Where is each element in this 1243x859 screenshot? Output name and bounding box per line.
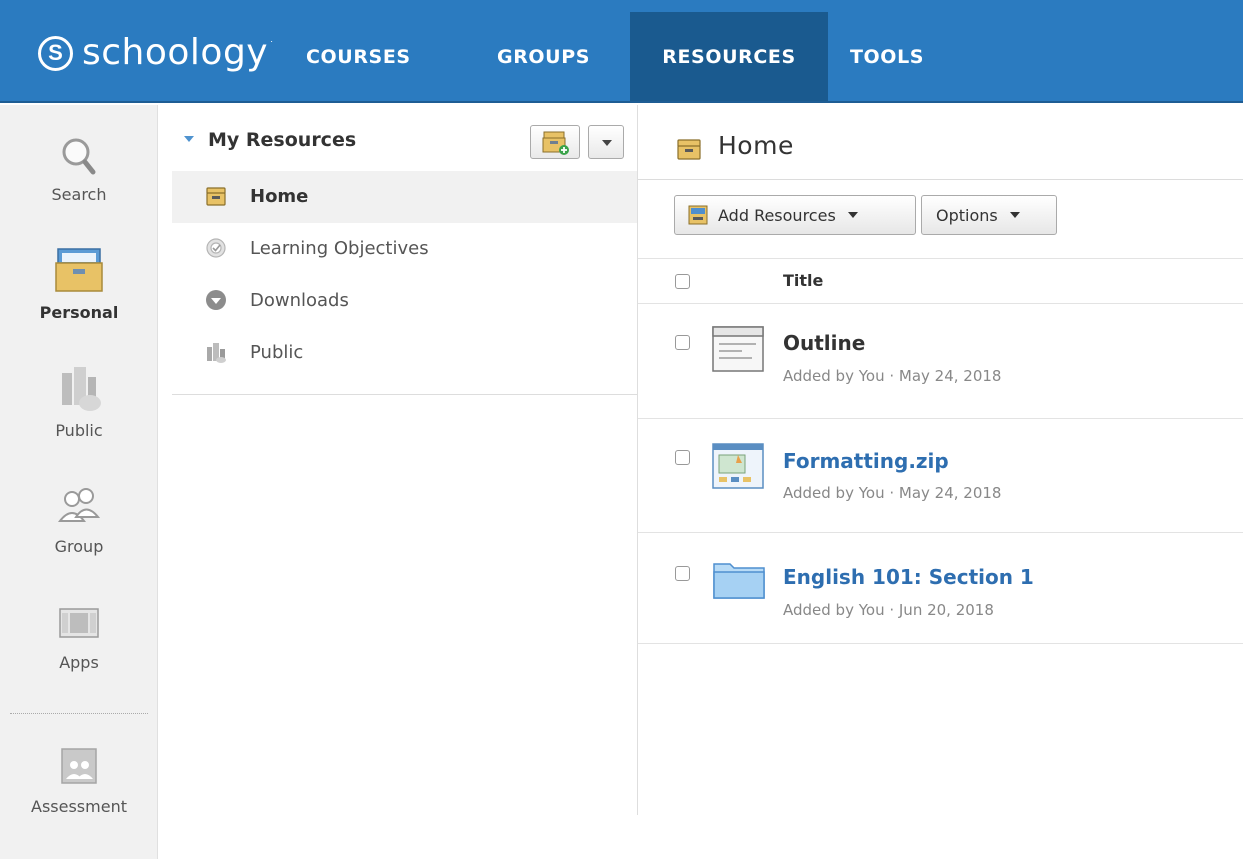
select-all-checkbox[interactable] bbox=[675, 274, 690, 289]
buildings-icon bbox=[62, 367, 101, 411]
archive-box-icon bbox=[55, 248, 103, 292]
apps-icon bbox=[59, 608, 99, 638]
rail-label-group: Group bbox=[54, 537, 104, 556]
resource-name-english-101[interactable]: English 101: Section 1 bbox=[783, 565, 1034, 589]
tree-item-home[interactable]: Home bbox=[172, 171, 638, 223]
nav-tools[interactable]: TOOLS bbox=[850, 12, 924, 101]
tree-header: My Resources bbox=[172, 105, 638, 171]
magnifier-icon bbox=[62, 138, 96, 175]
add-resource-icon bbox=[688, 205, 708, 225]
rail-item-assessment[interactable]: Assessment bbox=[0, 745, 158, 816]
archive-box-icon bbox=[206, 187, 226, 206]
tree-title[interactable]: My Resources bbox=[208, 129, 356, 151]
rail-label-apps: Apps bbox=[59, 653, 99, 672]
list-header-divider bbox=[638, 258, 1243, 259]
panel-divider bbox=[637, 105, 638, 815]
title-divider bbox=[638, 179, 1243, 180]
nav-courses[interactable]: COURSES bbox=[306, 12, 411, 101]
add-resources-button[interactable]: Add Resources bbox=[674, 195, 916, 235]
schoology-logo-mark: S bbox=[38, 35, 73, 71]
options-button[interactable]: Options bbox=[921, 195, 1057, 235]
schoology-logo-text: schoology bbox=[82, 32, 269, 73]
rail-label-personal: Personal bbox=[39, 303, 119, 322]
rail-item-group[interactable]: Group bbox=[0, 485, 158, 556]
collection-menu-button[interactable] bbox=[588, 125, 624, 159]
chevron-down-icon bbox=[847, 212, 858, 218]
row-checkbox[interactable] bbox=[675, 335, 690, 350]
resource-name-outline[interactable]: Outline bbox=[783, 331, 865, 355]
rail-label-public: Public bbox=[55, 421, 103, 440]
schoology-logo[interactable]: S schoology · bbox=[38, 33, 273, 73]
collapse-caret-icon[interactable] bbox=[184, 136, 194, 142]
rail-item-public[interactable]: Public bbox=[0, 363, 158, 440]
my-resources-tree: My Resources Home Learning Objectives Do… bbox=[172, 105, 638, 395]
chevron-down-icon bbox=[1009, 212, 1020, 218]
tree-item-downloads[interactable]: Downloads bbox=[172, 275, 638, 327]
tree-item-learning-objectives[interactable]: Learning Objectives bbox=[172, 223, 638, 275]
row-divider bbox=[638, 643, 1243, 644]
people-icon bbox=[57, 488, 101, 522]
rail-item-search[interactable]: Search bbox=[0, 135, 158, 204]
row-divider bbox=[638, 532, 1243, 533]
row-divider bbox=[638, 303, 1243, 304]
zip-file-icon bbox=[712, 443, 764, 489]
rail-item-apps[interactable]: Apps bbox=[0, 601, 158, 672]
row-checkbox[interactable] bbox=[675, 566, 690, 581]
nav-groups[interactable]: GROUPS bbox=[497, 12, 590, 101]
rail-label-assessment: Assessment bbox=[31, 797, 127, 816]
add-collection-button[interactable] bbox=[530, 125, 580, 159]
row-divider bbox=[638, 418, 1243, 419]
chevron-down-icon bbox=[602, 140, 612, 146]
resource-name-formatting-zip[interactable]: Formatting.zip bbox=[783, 449, 949, 473]
assessment-icon bbox=[61, 748, 97, 784]
resource-meta: Added by You · May 24, 2018 bbox=[783, 367, 1002, 385]
row-checkbox[interactable] bbox=[675, 450, 690, 465]
nav-resources[interactable]: RESOURCES bbox=[630, 12, 828, 101]
add-resources-label: Add Resources bbox=[718, 205, 836, 225]
top-navigation-bar: S schoology · COURSES GROUPS RESOURCES T… bbox=[0, 0, 1243, 103]
tree-item-label: Public bbox=[250, 342, 304, 363]
archive-box-icon bbox=[677, 139, 701, 160]
tree-item-public[interactable]: Public bbox=[172, 327, 638, 379]
page-title: Home bbox=[718, 131, 794, 160]
options-label: Options bbox=[936, 205, 998, 225]
download-circle-icon bbox=[206, 290, 226, 310]
trademark-dot: · bbox=[270, 36, 274, 46]
target-icon bbox=[206, 238, 226, 258]
rail-divider bbox=[10, 713, 148, 714]
page-icon bbox=[712, 326, 764, 372]
resource-type-rail: Search Personal Public Group Apps Assess… bbox=[0, 105, 158, 859]
rail-label-search: Search bbox=[51, 185, 107, 204]
resource-meta: Added by You · Jun 20, 2018 bbox=[783, 601, 994, 619]
resource-meta: Added by You · May 24, 2018 bbox=[783, 484, 1002, 502]
rail-item-personal[interactable]: Personal bbox=[0, 245, 158, 322]
add-collection-icon bbox=[542, 131, 569, 155]
tree-item-label: Downloads bbox=[250, 290, 349, 311]
column-header-title[interactable]: Title bbox=[783, 271, 823, 290]
tree-item-label: Learning Objectives bbox=[250, 238, 429, 259]
buildings-icon bbox=[207, 343, 226, 363]
folder-icon bbox=[713, 563, 765, 599]
tree-item-label: Home bbox=[250, 186, 309, 207]
